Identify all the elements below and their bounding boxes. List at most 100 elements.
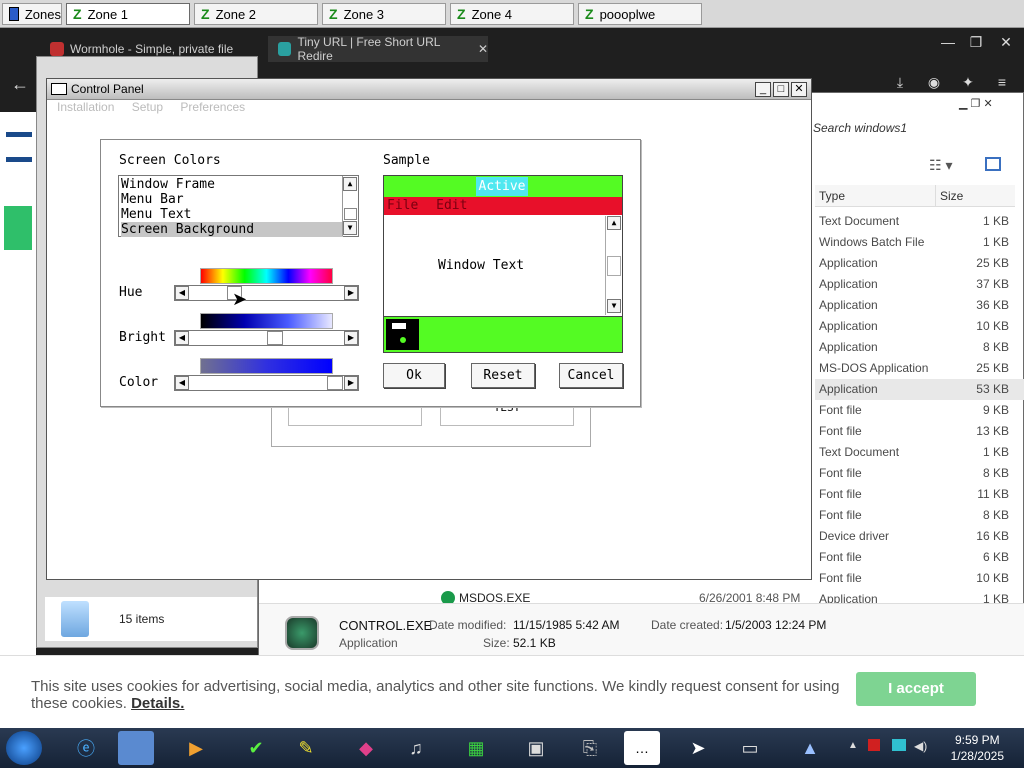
table-row[interactable]: Font file 6 KB <box>815 547 1024 568</box>
close-button[interactable]: ✕ <box>791 82 807 97</box>
dots-icon[interactable]: … <box>624 731 660 765</box>
zone-tab-3[interactable]: Z Zone 3 <box>322 3 446 25</box>
tray-flag-icon[interactable] <box>868 739 880 751</box>
accept-cookies-button[interactable]: I accept <box>856 672 976 706</box>
edit-icon[interactable]: ✎ <box>288 731 324 765</box>
sample-scrollbar: ▲ ▼ <box>605 216 622 315</box>
reset-button[interactable]: Reset <box>471 363 535 388</box>
explorer-icon[interactable] <box>118 731 154 765</box>
table-row[interactable]: MS-DOS Application 25 KB <box>815 358 1024 379</box>
ok-button[interactable]: Ok <box>383 363 445 388</box>
table-row[interactable]: Font file 8 KB <box>815 505 1024 526</box>
list-scrollbar[interactable]: ▲ ▼ <box>342 176 358 236</box>
menu-setup[interactable]: Setup <box>132 100 163 114</box>
tray-expand-icon[interactable]: ▲ <box>848 740 858 751</box>
search-box[interactable]: Search windows1 <box>813 121 907 135</box>
slider-left-icon[interactable]: ◀ <box>175 286 189 300</box>
window-icon[interactable]: ▭ <box>732 731 768 765</box>
control-panel-titlebar[interactable]: Control Panel _ □ ✕ <box>47 79 811 100</box>
tray-network-icon[interactable] <box>892 739 906 751</box>
hamburger-icon[interactable] <box>6 132 32 162</box>
zone-icon: Z <box>329 6 338 22</box>
tray-volume-icon[interactable]: ◀) <box>914 739 927 753</box>
table-row[interactable]: Font file 9 KB <box>815 400 1024 421</box>
table-row[interactable]: Font file 11 KB <box>815 484 1024 505</box>
zone-tab-1[interactable]: Z Zone 1 <box>66 3 190 25</box>
explorer-maximize-button[interactable]: ❐ <box>971 98 981 110</box>
table-row[interactable]: Text Document 1 KB <box>815 442 1024 463</box>
menu-preferences[interactable]: Preferences <box>180 100 245 114</box>
view-options-icon[interactable]: ☷ ▾ <box>929 157 952 174</box>
scroll-down-icon[interactable]: ▼ <box>343 221 357 235</box>
browser-close-button[interactable]: ✕ <box>992 34 1020 51</box>
bright-slider[interactable]: ◀ ▶ <box>174 330 359 346</box>
scroll-up-icon[interactable]: ▲ <box>343 177 357 191</box>
cancel-button[interactable]: Cancel <box>559 363 623 388</box>
tab-label: Wormhole - Simple, private file <box>70 42 234 56</box>
minimize-button[interactable]: _ <box>755 82 771 97</box>
list-item[interactable]: Menu Text <box>121 207 343 222</box>
scroll-thumb[interactable] <box>344 208 357 220</box>
table-row[interactable]: Font file 13 KB <box>815 421 1024 442</box>
account-icon[interactable]: ◉ <box>920 74 948 91</box>
list-item[interactable]: Menu Bar <box>121 192 343 207</box>
table-row[interactable]: Application 8 KB <box>815 337 1024 358</box>
zone-tab-2[interactable]: Z Zone 2 <box>194 3 318 25</box>
network-icon[interactable]: ⎘ <box>572 731 608 765</box>
cookie-details-link[interactable]: Details. <box>131 695 184 712</box>
list-item[interactable]: Window Frame <box>121 177 343 192</box>
explorer-close-button[interactable]: ✕ <box>983 98 992 110</box>
table-row[interactable]: Windows Batch File 1 KB <box>815 232 1024 253</box>
maximize-button[interactable]: □ <box>773 82 789 97</box>
media-icon[interactable]: ▶ <box>178 731 214 765</box>
zones-menu-button[interactable]: Zones <box>2 3 62 25</box>
sheet-icon[interactable]: ▦ <box>458 731 494 765</box>
table-row[interactable]: Device driver 16 KB <box>815 526 1024 547</box>
column-header-size[interactable]: Size <box>935 185 1015 207</box>
zone-tab-4[interactable]: Z Zone 4 <box>450 3 574 25</box>
music-icon[interactable]: ♫ <box>398 731 434 765</box>
slider-right-icon[interactable]: ▶ <box>344 286 358 300</box>
ie-icon[interactable]: ⓔ <box>68 731 104 765</box>
stack-icon[interactable]: ◆ <box>348 731 384 765</box>
folder-tool-icon[interactable]: ▣ <box>518 731 554 765</box>
explorer-minimize-button[interactable]: ▁ <box>959 98 967 110</box>
list-item-selected[interactable]: Screen Background <box>121 222 343 237</box>
table-row[interactable]: Font file 8 KB <box>815 463 1024 484</box>
download-icon[interactable]: ⤓ <box>886 74 914 91</box>
slider-left-icon[interactable]: ◀ <box>175 331 189 345</box>
browser-maximize-button[interactable]: ❐ <box>962 34 990 51</box>
taskbar-clock[interactable]: 9:59 PM 1/28/2025 <box>951 732 1004 764</box>
start-orb-icon[interactable] <box>6 731 42 765</box>
picture-icon[interactable]: ▲ <box>792 731 828 765</box>
table-row[interactable]: Application 36 KB <box>815 295 1024 316</box>
zones-bar: Zones Z Zone 1 Z Zone 2 Z Zone 3 Z Zone 4 Zp… <box>0 0 1024 28</box>
table-row[interactable]: Application 10 KB <box>815 316 1024 337</box>
fox-icon[interactable]: ✔ <box>238 731 274 765</box>
table-row[interactable]: Text Document 1 KB <box>815 211 1024 232</box>
color-slider[interactable]: ◀ ▶ <box>174 375 359 391</box>
browser-tab-tinyurl[interactable]: Tiny URL | Free Short URL Redire ✕ <box>268 35 488 63</box>
table-row[interactable]: Font file 10 KB <box>815 568 1024 589</box>
menu-installation[interactable]: Installation <box>57 100 114 114</box>
column-header-type[interactable]: Type <box>815 185 935 207</box>
preview-pane-icon[interactable] <box>985 157 1001 171</box>
color-item-list[interactable]: Window Frame Menu Bar Menu Text Screen B… <box>118 175 359 237</box>
close-tab-icon[interactable]: ✕ <box>478 42 488 56</box>
browser-minimize-button[interactable]: — <box>934 34 962 50</box>
file-size: 9 KB <box>982 403 1009 417</box>
slider-left-icon[interactable]: ◀ <box>175 376 189 390</box>
menu-icon[interactable]: ≡ <box>988 74 1016 90</box>
table-row[interactable]: Application 25 KB <box>815 253 1024 274</box>
table-row[interactable]: Application 53 KB <box>815 379 1024 400</box>
table-row[interactable]: Application 37 KB <box>815 274 1024 295</box>
slider-right-icon[interactable]: ▶ <box>344 376 358 390</box>
hue-slider[interactable]: ◀ ▶ <box>174 285 359 301</box>
cursor-icon[interactable]: ➤ <box>680 731 716 765</box>
slider-right-icon[interactable]: ▶ <box>344 331 358 345</box>
back-arrow-icon[interactable]: ← <box>6 74 34 95</box>
bright-thumb[interactable] <box>267 331 283 345</box>
color-thumb[interactable] <box>327 376 343 390</box>
extensions-icon[interactable]: ✦ <box>954 74 982 91</box>
zone-tab-5[interactable]: Zpoooplwe <box>578 3 702 25</box>
